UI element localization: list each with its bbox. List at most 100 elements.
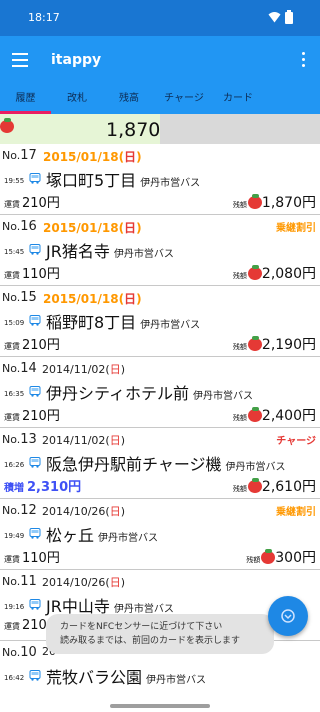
entry-number: No.14 (2, 361, 37, 376)
entry-weekday: 日 (109, 505, 121, 518)
entry-weekday: 日 (109, 434, 121, 447)
entry-time: 19:49 (4, 532, 25, 540)
bus-icon (29, 457, 41, 468)
entry-remaining: 残額 300円 (246, 549, 316, 566)
entry-date: 2015/01/18(日) (43, 221, 142, 235)
entry-remaining: 残額 2,610円 (232, 478, 316, 495)
balance-bar: 1,870 (0, 114, 320, 144)
status-bar: 18:17 (0, 0, 320, 36)
entry-station: JR猪名寺 伊丹市営バス (46, 242, 174, 261)
tomato-icon (0, 118, 14, 133)
entry-tag: 乗継割引 (276, 507, 316, 518)
bus-icon (29, 386, 41, 397)
entry-tag: チャージ (276, 436, 316, 447)
balance-amount: 1,870 (106, 119, 161, 141)
entry-operator: 伊丹市営バス (140, 320, 201, 331)
bus-icon (29, 244, 41, 255)
entry-number: No.10 (2, 645, 37, 660)
entry-remaining: 残額 2,400円 (232, 407, 316, 424)
tab-history[interactable]: 履歴 (0, 86, 51, 114)
battery-icon (285, 10, 293, 24)
bus-icon (29, 528, 41, 539)
entry-date: 2015/01/18(日) (43, 150, 142, 164)
entry-time: 16:26 (4, 461, 25, 469)
entry-station: 阪急伊丹駅前チャージ機 伊丹市営バス (46, 455, 286, 474)
bus-icon (29, 670, 41, 681)
entry-number: No.11 (2, 574, 37, 589)
menu-icon[interactable] (12, 53, 28, 67)
entry-fare: 運賃 210円 (4, 409, 60, 424)
entry-operator: 伊丹市営バス (193, 391, 254, 402)
entry-fare: 運賃 210 (4, 618, 47, 633)
history-row[interactable]: No.17 2015/01/18(日) 19:55 塚口町5丁目 伊丹市営バス運賃 210… (0, 144, 320, 215)
entry-date: 2014/10/26(日) (42, 505, 125, 518)
home-gesture-pill[interactable] (110, 704, 210, 708)
entry-weekday: 日 (109, 363, 121, 376)
entry-date: 2014/11/02(日) (42, 434, 125, 447)
toast-line-1: カードをNFCセンサーに近づけて下さい (60, 622, 223, 632)
app-title: itappy (51, 52, 102, 68)
wifi-icon (268, 12, 281, 23)
entry-remaining: 残額 2,190円 (232, 336, 316, 353)
entry-time: 19:16 (4, 603, 25, 611)
tab-ticket-gate[interactable]: 改札 (51, 86, 103, 114)
history-row[interactable]: No.12 2014/10/26(日) 乗継割引 19:49 松ヶ丘 伊丹市営バス運賃 11… (0, 499, 320, 570)
bus-icon (29, 599, 41, 610)
entry-tag: 乗継割引 (276, 223, 316, 234)
tomato-icon (261, 549, 276, 564)
history-row[interactable]: No.13 2014/11/02(日) チャージ 16:26 阪急伊丹駅前チャージ機 伊丹… (0, 428, 320, 499)
entry-station: 塚口町5丁目 伊丹市営バス (46, 171, 201, 190)
entry-fare: 運賃 210円 (4, 196, 60, 211)
toast-line-2: 読み取るまでは、前回のカードを表示します (60, 636, 241, 646)
entry-number: No.13 (2, 432, 37, 447)
scan-fab-button[interactable] (268, 596, 308, 636)
history-row[interactable]: No.14 2014/11/02(日) 16:35 伊丹シティホテル前 伊丹市営バス運賃… (0, 357, 320, 428)
tab-card[interactable]: カード (213, 86, 263, 114)
gesture-bar (0, 694, 320, 712)
overflow-menu-icon[interactable] (300, 52, 306, 68)
tab-balance[interactable]: 残高 (103, 86, 155, 114)
app-bar: itappy (0, 36, 320, 86)
entry-date: 2015/01/18(日) (43, 292, 142, 306)
nfc-icon (281, 609, 295, 623)
tomato-icon (247, 478, 262, 493)
entry-operator: 伊丹市営バス (225, 462, 286, 473)
tomato-icon (247, 265, 262, 280)
entry-operator: 伊丹市営バス (113, 249, 174, 260)
entry-station: 伊丹シティホテル前 伊丹市営バス (46, 384, 254, 403)
entry-number: No.15 (2, 290, 37, 305)
tab-charge[interactable]: チャージ (155, 86, 213, 114)
entry-weekday: 日 (124, 150, 137, 164)
entry-remaining: 残額 2,080円 (232, 265, 316, 282)
entry-fare: 運賃 110円 (4, 267, 60, 282)
entry-operator: 伊丹市営バス (146, 675, 207, 686)
entry-number: No.17 (2, 148, 37, 163)
entry-time: 19:55 (4, 177, 25, 185)
entry-operator: 伊丹市営バス (98, 533, 159, 544)
entry-fare: 運賃 110円 (4, 551, 60, 566)
history-row[interactable]: No.15 2015/01/18(日) 15:09 稲野町8丁目 伊丹市営バス運賃 210… (0, 286, 320, 357)
tomato-icon (247, 194, 262, 209)
bus-icon (29, 315, 41, 326)
tomato-icon (247, 407, 262, 422)
tomato-icon (247, 336, 262, 351)
nfc-toast: カードをNFCセンサーに近づけて下さい 読み取るまでは、前回のカードを表示します (46, 614, 274, 654)
entry-number: No.16 (2, 219, 37, 234)
entry-remaining: 残額 1,870円 (232, 194, 316, 211)
entry-station: 稲野町8丁目 伊丹市営バス (46, 313, 201, 332)
entry-time: 16:35 (4, 390, 25, 398)
bus-icon (29, 173, 41, 184)
entry-weekday: 日 (124, 292, 137, 306)
entry-fare: 運賃 210円 (4, 338, 60, 353)
entry-time: 15:09 (4, 319, 25, 327)
entry-date: 2014/11/02(日) (42, 363, 125, 376)
entry-weekday: 日 (109, 576, 121, 589)
entry-number: No.12 (2, 503, 37, 518)
entry-station: 荒牧バラ公園 伊丹市営バス (46, 668, 207, 687)
status-time: 18:17 (28, 11, 60, 24)
entry-station: 松ヶ丘 伊丹市営バス (46, 526, 159, 545)
history-row[interactable]: No.16 2015/01/18(日) 乗継割引 15:45 JR猪名寺 伊丹市営バス 運賃… (0, 215, 320, 286)
entry-date: 2014/10/26(日) (42, 576, 125, 589)
entry-fare: 積増 2,310円 (4, 480, 82, 495)
entry-weekday: 日 (124, 221, 137, 235)
